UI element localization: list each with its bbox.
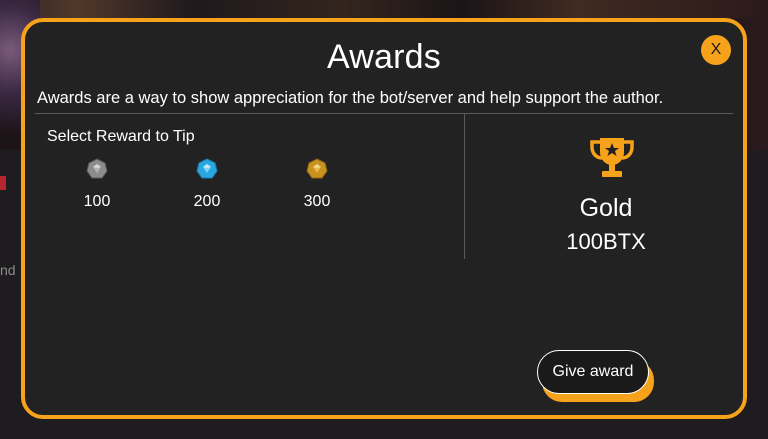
award-cost: 100BTX <box>566 229 646 254</box>
give-award-button[interactable]: Give award <box>537 350 649 394</box>
reward-amount: 300 <box>303 193 331 210</box>
trophy-icon <box>590 138 634 177</box>
close-button[interactable]: X <box>701 35 731 65</box>
background-accent <box>0 176 6 190</box>
modal-subtitle: Awards are a way to show appreciation fo… <box>37 89 664 107</box>
reward-option-300[interactable]: 300 <box>287 158 347 211</box>
selected-award-panel: Gold 100BTX <box>465 114 747 264</box>
reward-option-200[interactable]: 200 <box>177 158 237 211</box>
reward-option-100[interactable]: 100 <box>67 158 127 211</box>
select-reward-label: Select Reward to Tip <box>47 128 195 145</box>
silver-gem-icon <box>86 158 108 179</box>
modal-title: Awards <box>327 38 441 76</box>
reward-amount: 100 <box>83 193 111 210</box>
award-name: Gold <box>579 194 633 222</box>
give-award-wrapper: Give award <box>537 350 657 408</box>
background-strip <box>0 0 768 18</box>
blue-gem-icon <box>196 158 218 179</box>
background-side-text: nd <box>0 262 16 278</box>
reward-amount: 200 <box>193 193 221 210</box>
awards-modal: Awards X Awards are a way to show apprec… <box>21 18 747 419</box>
gold-gem-icon <box>306 158 328 179</box>
